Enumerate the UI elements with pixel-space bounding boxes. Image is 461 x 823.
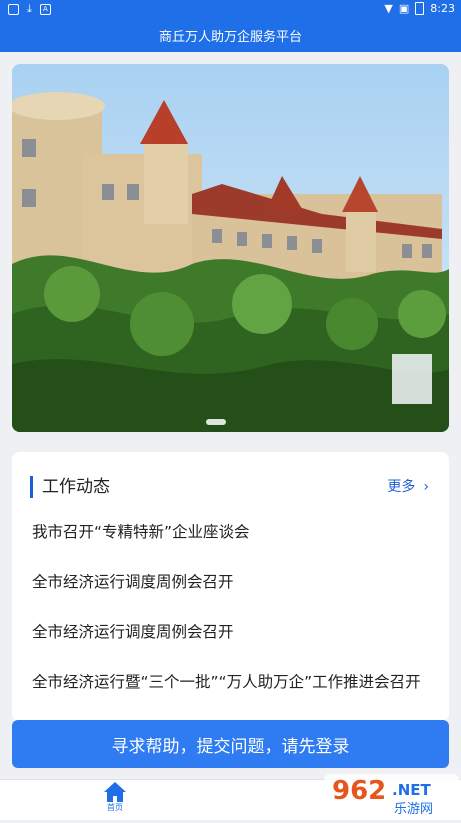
carousel-indicator[interactable] (206, 419, 226, 425)
svg-text:乐游网: 乐游网 (394, 802, 433, 817)
app-icon: A (39, 3, 51, 15)
news-item[interactable]: 全市经济运行暨“三个一批”“万人助万企”工作推进会召开 (32, 670, 432, 692)
more-label: 更多 (387, 479, 416, 495)
news-item[interactable]: 我市召开“专精特新”企业座谈会 (32, 520, 432, 542)
login-button-label: 寻求帮助，提交问题，请先登录 (111, 736, 350, 757)
news-item[interactable]: 全市经济运行调度周例会召开 (32, 620, 432, 642)
section-accent-bar (30, 476, 33, 498)
banner-image (12, 64, 449, 432)
battery-icon (415, 2, 425, 15)
svg-text:.NET: .NET (392, 781, 431, 799)
page-title: 商丘万人助万企服务平台 (158, 29, 302, 45)
status-bar: ⤓ A ▼ ▣ 8:23 (0, 0, 461, 18)
home-icon (104, 782, 126, 802)
banner-carousel[interactable] (12, 64, 449, 432)
app-header: 商丘万人助万企服务平台 (0, 18, 461, 52)
clock: 8:23 (430, 2, 455, 15)
tab-home-label: 首页 (107, 803, 123, 812)
sim-icon: ▣ (398, 2, 410, 15)
notification-icon (8, 3, 19, 15)
section-title: 工作动态 (42, 477, 110, 497)
tab-home[interactable]: 首页 (100, 780, 130, 820)
chevron-right-icon: › (423, 479, 429, 495)
news-header: 工作动态 更多 › (12, 476, 449, 500)
watermark-logo: 962 .NET 乐游网 (322, 770, 461, 819)
news-item[interactable]: 全市经济运行调度周例会召开 (32, 570, 432, 592)
svg-text:962: 962 (332, 776, 386, 806)
more-link[interactable]: 更多 › (387, 476, 429, 498)
news-card: 工作动态 更多 › 我市召开“专精特新”企业座谈会 全市经济运行调度周例会召开 … (12, 452, 449, 722)
login-button[interactable]: 寻求帮助，提交问题，请先登录 (12, 720, 449, 768)
wifi-icon: ▼ (384, 2, 393, 15)
download-icon: ⤓ (27, 2, 32, 15)
